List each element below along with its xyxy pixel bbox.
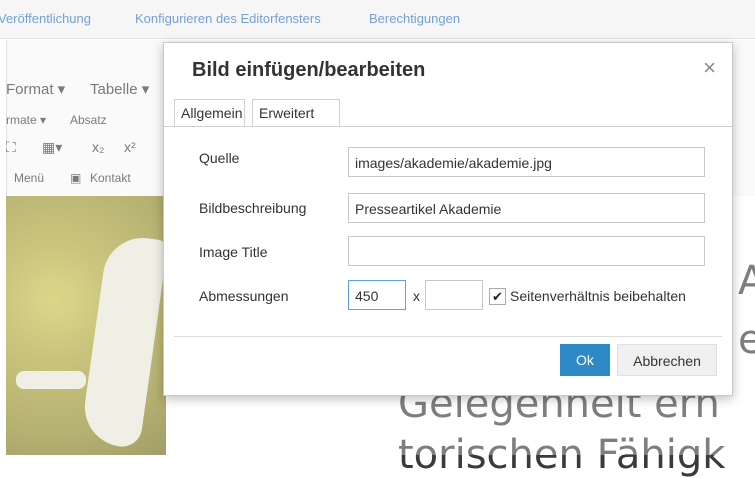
dimension-separator: x: [413, 288, 420, 304]
keep-ratio-checkbox[interactable]: ✔: [489, 288, 506, 305]
image-title-label: Image Title: [199, 244, 268, 260]
width-input[interactable]: 450: [348, 280, 406, 310]
tab-advanced[interactable]: Erweitert: [252, 99, 340, 126]
height-input[interactable]: [425, 280, 483, 310]
ok-button[interactable]: Ok: [560, 344, 610, 376]
source-input[interactable]: images/akademie/akademie.jpg: [348, 147, 705, 177]
dimensions-label: Abmessungen: [199, 288, 289, 304]
description-input[interactable]: Presseartikel Akademie: [348, 193, 705, 223]
close-icon[interactable]: ×: [703, 55, 716, 81]
cancel-button[interactable]: Abbrechen: [617, 344, 717, 376]
tabs-divider: [164, 126, 732, 127]
footer-divider: [174, 336, 722, 337]
description-label: Bildbeschreibung: [199, 200, 307, 216]
tab-general[interactable]: Allgemein: [174, 99, 245, 126]
image-title-input[interactable]: [348, 236, 705, 266]
dialog-title: Bild einfügen/bearbeiten: [192, 59, 426, 81]
source-label: Quelle: [199, 150, 240, 166]
insert-image-dialog: Bild einfügen/bearbeiten × Allgemein Erw…: [163, 42, 733, 396]
keep-ratio-label: Seitenverhältnis beibehalten: [510, 288, 686, 304]
